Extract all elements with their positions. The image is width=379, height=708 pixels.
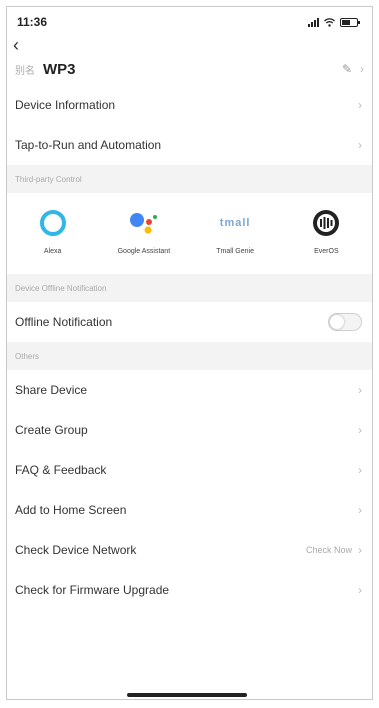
row-label: Offline Notification [15, 315, 113, 329]
tp-label: Tmall Genie [216, 248, 254, 255]
device-information-item[interactable]: Device Information › [7, 85, 372, 125]
chevron-right-icon: › [358, 583, 362, 597]
edit-pencil-icon[interactable]: ✎ [342, 62, 352, 76]
third-party-alexa[interactable]: Alexa [18, 203, 88, 256]
add-to-home-screen-item[interactable]: Add to Home Screen › [7, 490, 372, 530]
section-header-third-party: Third-party Control [7, 165, 372, 193]
third-party-everos[interactable]: EverOS [291, 203, 361, 256]
check-now-text: Check Now [305, 545, 352, 555]
wifi-icon [324, 17, 335, 27]
back-chevron-icon[interactable]: ‹ [13, 35, 19, 55]
phone-screen: 11:36 ‹ 别名 WP3 ✎ › Device Information › … [6, 6, 373, 700]
chevron-right-icon: › [358, 503, 362, 517]
chevron-right-icon: › [360, 62, 364, 76]
back-row: ‹ [7, 35, 372, 55]
chevron-right-icon: › [358, 383, 362, 397]
check-firmware-upgrade-item[interactable]: Check for Firmware Upgrade › [7, 570, 372, 610]
chevron-right-icon: › [358, 423, 362, 437]
status-icons [308, 17, 360, 27]
third-party-google-assistant[interactable]: Google Assistant [109, 203, 179, 256]
tmall-genie-icon: tmall [215, 203, 255, 243]
chevron-right-icon: › [358, 138, 362, 152]
chevron-right-icon: › [358, 543, 362, 557]
row-label: Device Information [15, 98, 116, 112]
row-label: Share Device [15, 383, 88, 397]
row-label: Check Device Network [15, 543, 137, 557]
section-header-offline: Device Offline Notification [7, 274, 372, 302]
everos-icon [306, 203, 346, 243]
row-label: Tap-to-Run and Automation [15, 138, 162, 152]
tp-label: Alexa [43, 248, 62, 255]
status-bar: 11:36 [7, 7, 372, 37]
device-name: WP3 [43, 60, 76, 78]
row-label: Create Group [15, 423, 88, 437]
tap-to-run-item[interactable]: Tap-to-Run and Automation › [7, 125, 372, 165]
row-right: Check Now › [306, 543, 362, 557]
battery-icon [340, 17, 360, 27]
third-party-grid: Alexa Google Assistant tmall Tmall Genie [7, 193, 372, 274]
offline-notification-toggle[interactable] [328, 313, 362, 331]
device-title-row[interactable]: 别名 WP3 ✎ › [7, 53, 372, 85]
chevron-right-icon: › [358, 98, 362, 112]
device-name-prefix: 别名 [15, 65, 35, 77]
third-party-tmall-genie[interactable]: tmall Tmall Genie [200, 203, 270, 256]
status-time: 11:36 [17, 15, 48, 29]
row-label: Add to Home Screen [15, 503, 127, 517]
section-header-others: Others [7, 342, 372, 370]
row-label: FAQ & Feedback [15, 463, 107, 477]
tmall-logo-text: tmall [219, 217, 251, 229]
chevron-right-icon: › [358, 463, 362, 477]
tp-label: Google Assistant [117, 248, 171, 255]
toggle-knob [330, 315, 344, 329]
home-indicator [127, 693, 247, 697]
create-group-item[interactable]: Create Group › [7, 410, 372, 450]
row-label: Check for Firmware Upgrade [15, 583, 170, 597]
google-assistant-icon [124, 203, 164, 243]
check-device-network-item[interactable]: Check Device Network Check Now › [7, 530, 372, 570]
share-device-item[interactable]: Share Device › [7, 370, 372, 410]
signal-icon [308, 17, 319, 27]
faq-feedback-item[interactable]: FAQ & Feedback › [7, 450, 372, 490]
tp-label: EverOS [314, 248, 339, 255]
offline-notification-item: Offline Notification [7, 302, 372, 342]
alexa-icon [33, 203, 73, 243]
